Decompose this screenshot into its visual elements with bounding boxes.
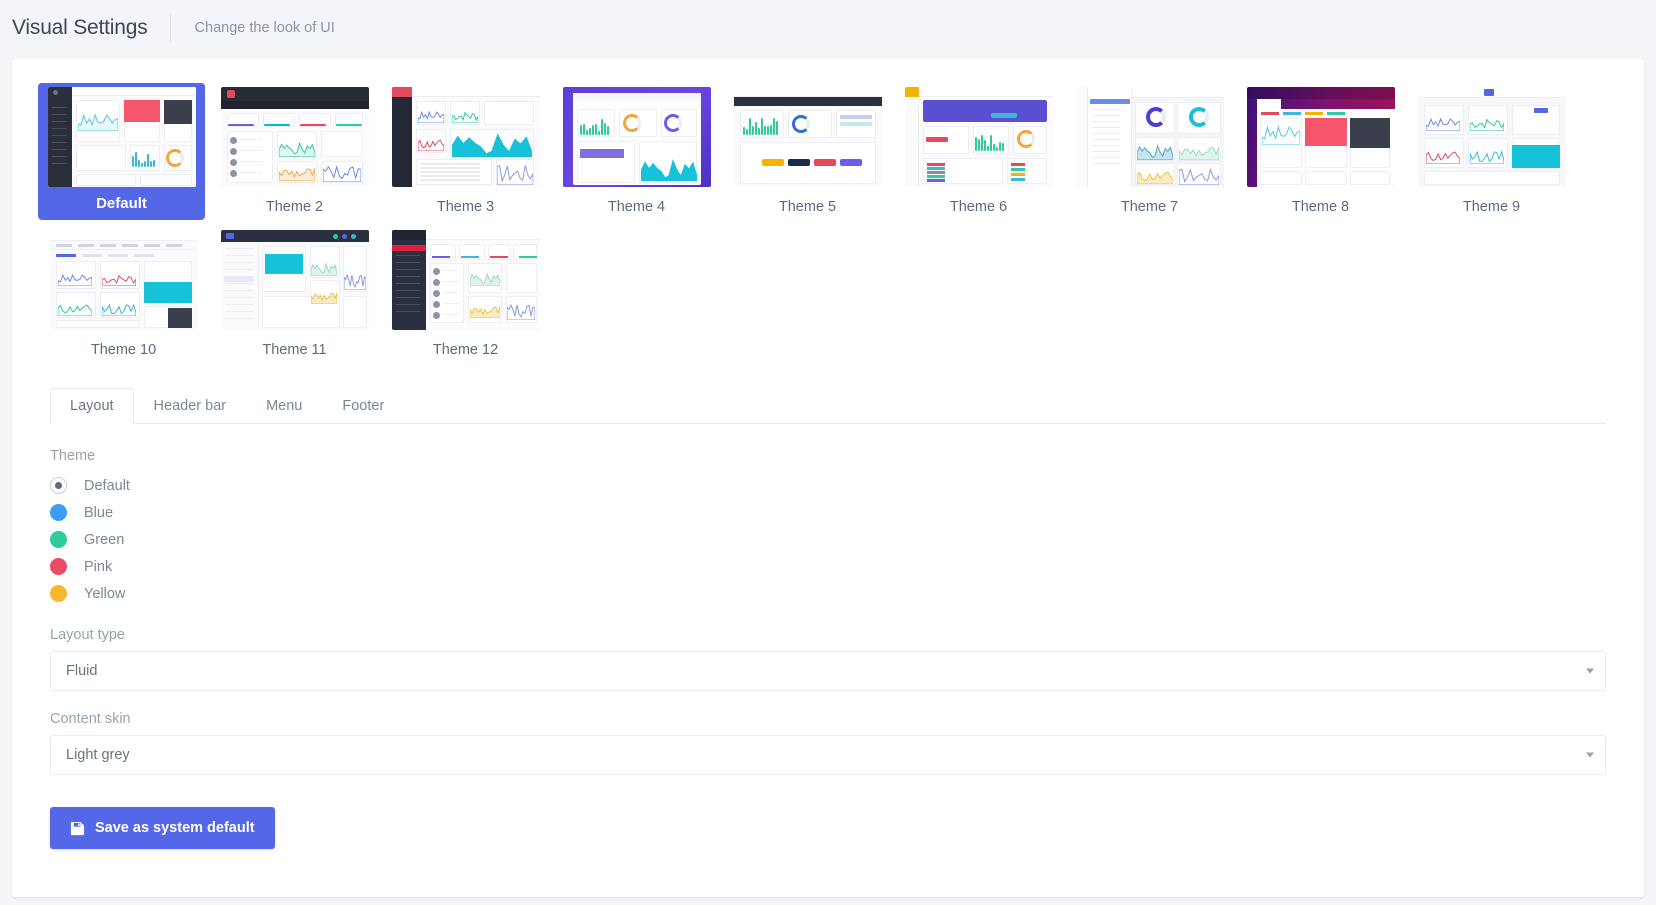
- tab-menu[interactable]: Menu: [246, 388, 322, 424]
- theme-radio-label: Green: [84, 532, 124, 548]
- theme-thumbnail-wrap: [722, 83, 893, 191]
- theme-thumbnail-preview: [392, 230, 540, 330]
- content-skin-select-wrap: Light greyWhiteDark: [50, 735, 1606, 775]
- save-as-system-default-button[interactable]: Save as system default: [50, 807, 275, 849]
- settings-tabs: LayoutHeader barMenuFooter: [50, 386, 1606, 424]
- theme-thumbnail-wrap: [209, 83, 380, 191]
- theme-thumbnail-preview: [392, 87, 540, 187]
- theme-radio-yellow[interactable]: Yellow: [50, 580, 1606, 607]
- theme-thumbnail-preview: [563, 87, 711, 187]
- theme-color-group: Theme Default Blue Green Pink Yellow: [50, 448, 1606, 607]
- theme-thumbnail-wrap: [380, 83, 551, 191]
- theme-grid: Default Theme 2 Theme 3 Theme 4 Theme 5 Theme…: [12, 59, 1644, 364]
- theme-thumbnail-wrap: [1064, 83, 1235, 191]
- theme-thumbnail-wrap: [38, 83, 205, 191]
- theme-option-theme-8[interactable]: Theme 8: [1235, 83, 1406, 220]
- theme-option-theme-3[interactable]: Theme 3: [380, 83, 551, 220]
- theme-option-label: Theme 3: [437, 199, 494, 215]
- tab-header-bar[interactable]: Header bar: [134, 388, 247, 424]
- theme-thumbnail-preview: [221, 230, 369, 330]
- theme-option-theme-4[interactable]: Theme 4: [551, 83, 722, 220]
- theme-thumbnail-wrap: [1406, 83, 1577, 191]
- save-button-label: Save as system default: [95, 820, 255, 836]
- theme-thumbnail-wrap: [893, 83, 1064, 191]
- page-header: Visual Settings Change the look of UI: [0, 0, 1656, 55]
- theme-option-label: Theme 2: [266, 199, 323, 215]
- theme-thumbnail-wrap: [38, 226, 209, 334]
- theme-thumbnail-preview: [1076, 87, 1224, 187]
- layout-type-label: Layout type: [50, 627, 1606, 643]
- theme-option-label: Theme 9: [1463, 199, 1520, 215]
- content-skin-group: Content skin Light greyWhiteDark: [50, 711, 1606, 775]
- theme-option-theme-6[interactable]: Theme 6: [893, 83, 1064, 220]
- content-skin-label: Content skin: [50, 711, 1606, 727]
- theme-option-theme-2[interactable]: Theme 2: [209, 83, 380, 220]
- tab-layout[interactable]: Layout: [50, 388, 134, 424]
- page-title: Visual Settings: [12, 16, 170, 40]
- layout-tab-panel: Theme Default Blue Green Pink Yellow Layout …: [12, 424, 1644, 849]
- theme-radio-label: Pink: [84, 559, 112, 575]
- theme-thumbnail-preview: [1247, 87, 1395, 187]
- layout-type-group: Layout type FluidBoxed: [50, 627, 1606, 691]
- color-swatch-green: [50, 531, 67, 548]
- theme-option-label: Theme 5: [779, 199, 836, 215]
- theme-option-label: Theme 12: [433, 342, 498, 358]
- theme-thumbnail-preview: [50, 230, 198, 330]
- theme-option-label: Theme 10: [91, 342, 156, 358]
- theme-option-label: Theme 4: [608, 199, 665, 215]
- settings-card: Default Theme 2 Theme 3 Theme 4 Theme 5 Theme…: [12, 59, 1644, 897]
- theme-thumbnail-wrap: [551, 83, 722, 191]
- radio-selected-icon: [50, 477, 67, 494]
- theme-option-label: Theme 11: [262, 342, 326, 358]
- theme-radio-green[interactable]: Green: [50, 526, 1606, 553]
- theme-thumbnail-preview: [1418, 87, 1566, 187]
- theme-option-theme-9[interactable]: Theme 9: [1406, 83, 1577, 220]
- theme-radio-list: Default Blue Green Pink Yellow: [50, 472, 1606, 607]
- theme-option-theme-12[interactable]: Theme 12: [380, 226, 551, 358]
- theme-thumbnail-wrap: [1235, 83, 1406, 191]
- theme-thumbnail-wrap: [209, 226, 380, 334]
- theme-group-label: Theme: [50, 448, 1606, 464]
- theme-thumbnail-preview: [48, 87, 196, 187]
- theme-option-label: Default: [96, 195, 147, 212]
- theme-option-label: Theme 8: [1292, 199, 1349, 215]
- save-icon: [70, 821, 85, 836]
- theme-radio-label: Blue: [84, 505, 113, 521]
- theme-radio-pink[interactable]: Pink: [50, 553, 1606, 580]
- theme-option-theme-5[interactable]: Theme 5: [722, 83, 893, 220]
- theme-option-label: Theme 7: [1121, 199, 1178, 215]
- theme-option-theme-11[interactable]: Theme 11: [209, 226, 380, 358]
- theme-option-label: Theme 6: [950, 199, 1007, 215]
- theme-radio-label: Default: [84, 478, 130, 494]
- theme-option-default[interactable]: Default: [38, 83, 205, 220]
- tab-footer[interactable]: Footer: [322, 388, 404, 424]
- theme-thumbnail-preview: [905, 87, 1053, 187]
- color-swatch-blue: [50, 504, 67, 521]
- layout-type-select[interactable]: FluidBoxed: [50, 651, 1606, 691]
- theme-option-theme-10[interactable]: Theme 10: [38, 226, 209, 358]
- theme-option-theme-7[interactable]: Theme 7: [1064, 83, 1235, 220]
- color-swatch-pink: [50, 558, 67, 575]
- page-subtitle: Change the look of UI: [171, 20, 335, 36]
- theme-radio-default[interactable]: Default: [50, 472, 1606, 499]
- theme-thumbnail-preview: [734, 87, 882, 187]
- theme-thumbnail-wrap: [380, 226, 551, 334]
- theme-radio-label: Yellow: [84, 586, 125, 602]
- color-swatch-yellow: [50, 585, 67, 602]
- content-skin-select[interactable]: Light greyWhiteDark: [50, 735, 1606, 775]
- theme-thumbnail-preview: [221, 87, 369, 187]
- theme-radio-blue[interactable]: Blue: [50, 499, 1606, 526]
- layout-type-select-wrap: FluidBoxed: [50, 651, 1606, 691]
